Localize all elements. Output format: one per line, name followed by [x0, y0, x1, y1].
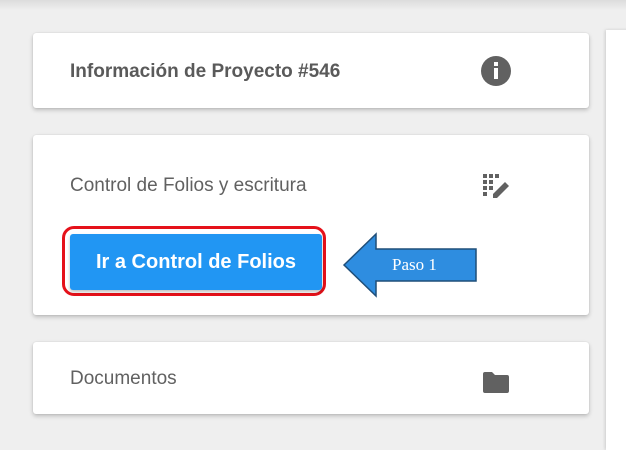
top-shadow	[0, 0, 626, 10]
right-panel-edge	[606, 30, 626, 450]
folio-control-title: Control de Folios y escritura	[70, 175, 307, 196]
documents-card[interactable]: Documentos	[33, 342, 589, 414]
folder-icon[interactable]	[480, 366, 512, 398]
documents-title: Documentos	[70, 368, 177, 389]
info-icon[interactable]	[480, 55, 512, 87]
folio-edit-icon	[483, 174, 509, 198]
project-info-card[interactable]: Información de Proyecto #546	[33, 33, 589, 108]
step-callout-label: Paso 1	[392, 255, 437, 274]
project-info-title: Información de Proyecto #546	[70, 61, 341, 82]
go-to-folio-control-button[interactable]: Ir a Control de Folios	[70, 234, 322, 290]
